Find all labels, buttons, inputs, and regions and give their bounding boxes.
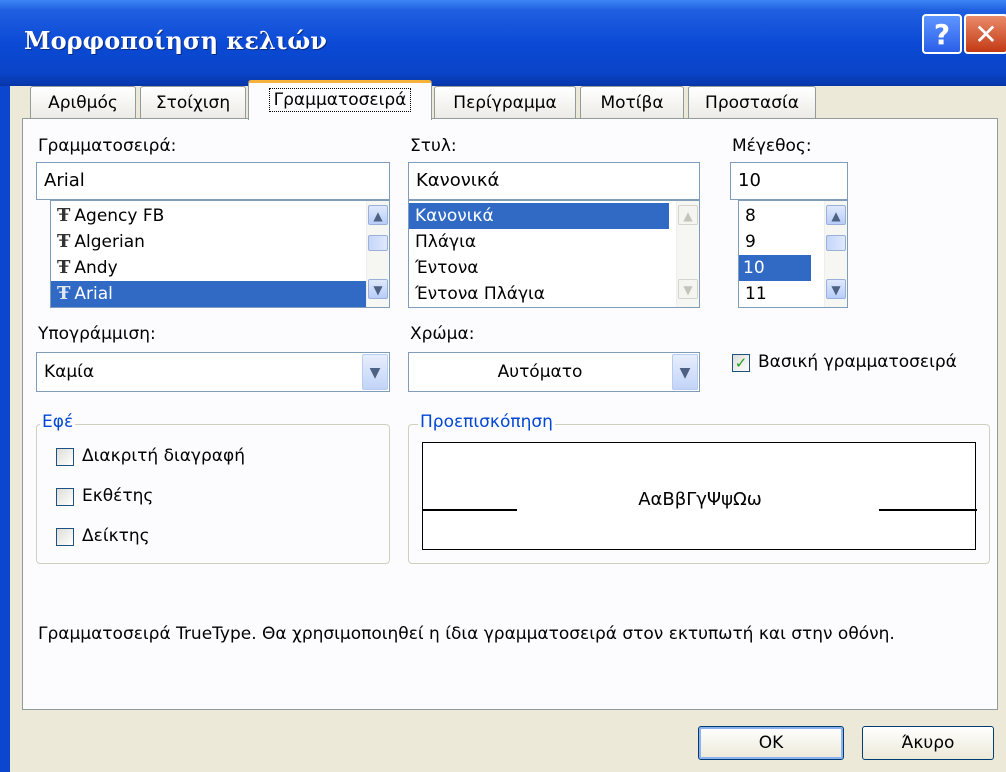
style-label: Στυλ: (410, 136, 457, 156)
tab-label: Αριθμός (48, 93, 118, 113)
window-title: Μορφοποίηση κελιών (24, 26, 327, 55)
font-input[interactable]: Arial (36, 162, 390, 200)
close-icon: ✕ (974, 18, 998, 51)
size-label: Μέγεθος: (732, 136, 812, 156)
scroll-down-icon[interactable]: ▼ (826, 279, 846, 299)
effects-label: Εφέ (40, 412, 76, 432)
ok-button[interactable]: OK (698, 726, 844, 760)
truetype-icon: Ŧ (57, 283, 71, 304)
strikethrough-label[interactable]: Διακριτή διαγραφή (82, 446, 245, 466)
tab-label: Μοτίβα (600, 93, 664, 113)
list-item[interactable]: 9 (739, 229, 827, 255)
font-list[interactable]: Ŧ Agency FB Ŧ Algerian Ŧ Andy Ŧ Arial ▲ ▼ (50, 200, 390, 308)
window-frame-left (0, 86, 10, 772)
chevron-down-icon[interactable]: ▼ (672, 354, 698, 390)
list-item[interactable]: 11 (739, 281, 827, 307)
close-button[interactable]: ✕ (964, 14, 1006, 54)
scroll-up-icon: ▲ (678, 205, 698, 225)
list-item[interactable]: Πλάγια (409, 229, 669, 255)
list-item[interactable]: Ŧ Andy (51, 255, 375, 281)
superscript-checkbox[interactable] (56, 488, 74, 506)
underline-value: Καμία (44, 362, 95, 382)
tab-patterns[interactable]: Μοτίβα (580, 86, 684, 118)
tab-protection[interactable]: Προστασία (688, 86, 816, 118)
tab-alignment[interactable]: Στοίχιση (140, 86, 246, 118)
scroll-up-icon[interactable]: ▲ (826, 205, 846, 225)
color-label: Χρώμα: (410, 324, 475, 344)
list-item-selected[interactable]: Ŧ Arial (51, 281, 369, 307)
truetype-icon: Ŧ (57, 231, 71, 252)
tab-label: Προστασία (705, 93, 799, 113)
underline-select[interactable]: Καμία ▼ (36, 352, 390, 392)
scroll-up-icon[interactable]: ▲ (368, 205, 388, 225)
tab-font[interactable]: Γραμματοσειρά (248, 80, 432, 120)
truetype-icon: Ŧ (57, 205, 71, 226)
superscript-label[interactable]: Εκθέτης (82, 486, 153, 506)
size-input[interactable]: 10 (730, 162, 848, 200)
subscript-checkbox[interactable] (56, 528, 74, 546)
checkmark-icon: ✓ (734, 354, 748, 372)
preview-sample: ΑαΒβΓγΨψΩω (638, 489, 762, 510)
scroll-thumb[interactable] (826, 235, 846, 251)
list-item[interactable]: Ŧ Algerian (51, 229, 375, 255)
list-item-selected[interactable]: Κανονικά (409, 203, 669, 229)
tab-number[interactable]: Αριθμός (30, 86, 136, 118)
font-description: Γραμματοσειρά TrueType. Θα χρησιμοποιηθε… (38, 624, 895, 644)
style-list-scrollbar: ▲ ▼ (676, 201, 699, 307)
list-item-selected[interactable]: 10 (739, 255, 811, 281)
tab-label: Περίγραμμα (453, 93, 557, 113)
preview-label: Προεπισκόπηση (418, 412, 555, 432)
style-list[interactable]: Κανονικά Πλάγια Έντονα Έντονα Πλάγια ▲ ▼ (408, 200, 700, 308)
tab-label: Στοίχιση (155, 93, 231, 113)
normal-font-label[interactable]: Βασική γραμματοσειρά (758, 352, 957, 372)
truetype-icon: Ŧ (57, 257, 71, 278)
help-button[interactable]: ? (922, 14, 962, 54)
underline-label: Υπογράμμιση: (38, 324, 156, 344)
list-item[interactable]: Έντονα (409, 255, 669, 281)
preview-box: ΑαΒβΓγΨψΩω (422, 442, 977, 550)
style-input[interactable]: Κανονικά (408, 162, 700, 200)
tab-border[interactable]: Περίγραμμα (434, 86, 576, 118)
chevron-down-icon[interactable]: ▼ (362, 354, 388, 390)
font-label: Γραμματοσειρά: (38, 136, 177, 156)
list-item[interactable]: 8 (739, 203, 827, 229)
subscript-label[interactable]: Δείκτης (82, 526, 150, 546)
strikethrough-checkbox[interactable] (56, 448, 74, 466)
scroll-thumb[interactable] (368, 235, 388, 251)
color-value: Αυτόματο (497, 362, 583, 382)
scroll-down-icon: ▼ (678, 279, 698, 299)
list-item[interactable]: Έντονα Πλάγια (409, 281, 669, 307)
cancel-button[interactable]: Άκυρο (862, 726, 994, 760)
font-list-scrollbar[interactable]: ▲ ▼ (366, 201, 389, 307)
size-list-scrollbar[interactable]: ▲ ▼ (824, 201, 847, 307)
normal-font-checkbox[interactable]: ✓ (732, 354, 750, 372)
list-item[interactable]: Ŧ Agency FB (51, 203, 375, 229)
color-select[interactable]: Αυτόματο ▼ (408, 352, 700, 392)
title-bar: Μορφοποίηση κελιών ? ✕ (0, 0, 1006, 86)
size-list[interactable]: 8 9 10 11 ▲ ▼ (738, 200, 848, 308)
tab-label: Γραμματοσειρά (268, 88, 412, 112)
scroll-down-icon[interactable]: ▼ (368, 279, 388, 299)
